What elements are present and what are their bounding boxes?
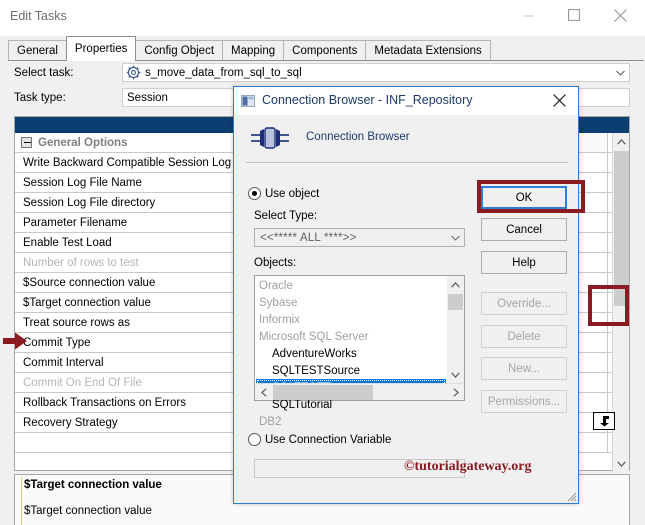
grid-header-value[interactable] — [574, 117, 629, 133]
dialog-delete-button: Delete — [481, 325, 567, 348]
select-task-value: s_move_data_from_sql_to_sql — [145, 66, 302, 79]
close-icon[interactable] — [540, 87, 578, 114]
screen: Edit Tasks General Properties Config Obj… — [0, 0, 645, 525]
select-task-label: Select task: — [14, 67, 74, 79]
list-item[interactable]: Informix — [256, 311, 446, 328]
watermark: ©tutorialgateway.org — [404, 459, 532, 474]
maximize-icon[interactable] — [551, 0, 597, 30]
connection-plug-icon — [251, 127, 289, 149]
dialog-ok-button[interactable]: OK — [481, 186, 567, 209]
row-label: Session Log File directory — [23, 196, 156, 209]
row-label: Commit Interval — [23, 356, 104, 369]
scroll-down-icon[interactable] — [613, 455, 630, 472]
scroll-thumb[interactable] — [273, 385, 373, 400]
divider — [246, 162, 568, 163]
row-label: General Options — [38, 136, 128, 149]
dropdown-arrow-icon — [599, 416, 609, 427]
select-type-combo[interactable]: <<***** ALL ****>> — [254, 228, 465, 247]
row-label: Rollback Transactions on Errors — [23, 396, 186, 409]
scroll-up-icon[interactable] — [613, 133, 630, 150]
row-label: Commit Type — [23, 336, 91, 349]
open-connection-browser-button[interactable] — [593, 412, 615, 430]
objects-listbox[interactable]: Oracle Sybase Informix Microsoft SQL Ser… — [254, 275, 465, 428]
description-accent-bar — [21, 477, 22, 525]
dialog-new-button: New... — [481, 357, 567, 380]
window-titlebar: Edit Tasks — [0, 0, 645, 36]
pointer-arrow-icon — [3, 332, 27, 350]
minimize-icon[interactable] — [505, 0, 551, 30]
scroll-thumb[interactable] — [614, 151, 629, 306]
scroll-left-icon[interactable] — [255, 384, 272, 400]
tab-config-object[interactable]: Config Object — [135, 40, 224, 61]
objects-label: Objects: — [254, 257, 297, 269]
list-item[interactable]: AdventureWorks — [256, 345, 446, 362]
row-label: Treat source rows as — [23, 316, 130, 329]
close-icon[interactable] — [597, 0, 643, 30]
tab-components[interactable]: Components — [283, 40, 367, 61]
chevron-down-icon[interactable] — [451, 235, 460, 241]
list-item[interactable]: DB2 — [256, 413, 446, 430]
list-item[interactable]: Microsoft SQL Server — [256, 328, 446, 345]
tab-properties[interactable]: Properties — [65, 36, 137, 61]
row-label: Recovery Strategy — [23, 416, 118, 429]
use-connection-variable-label: Use Connection Variable — [265, 434, 392, 446]
window-icon — [241, 95, 255, 107]
collapse-icon[interactable] — [21, 137, 32, 148]
task-type-label: Task type: — [14, 92, 66, 104]
row-label: $Target connection value — [23, 296, 151, 309]
dialog-titlebar: Connection Browser - INF_Repository — [234, 87, 578, 115]
dialog-permissions-button: Permissions... — [481, 390, 567, 413]
select-type-value: <<***** ALL ****>> — [260, 231, 357, 244]
dialog-heading: Connection Browser — [306, 131, 410, 143]
objects-horizontal-scrollbar[interactable] — [255, 383, 464, 400]
dialog-title: Connection Browser - INF_Repository — [262, 93, 473, 107]
scroll-up-icon[interactable] — [447, 276, 464, 293]
window-title: Edit Tasks — [10, 9, 67, 23]
task-type-value: Session — [127, 91, 168, 104]
row-label: Session Log File Name — [23, 176, 142, 189]
list-item[interactable]: Sybase — [256, 294, 446, 311]
select-type-label: Select Type: — [254, 210, 318, 222]
list-item[interactable]: Oracle — [256, 277, 446, 294]
row-label: Number of rows to test — [23, 256, 139, 269]
description-title: $Target connection value — [24, 479, 162, 491]
tabstrip: General Properties Config Object Mapping… — [8, 36, 491, 61]
scroll-right-icon[interactable] — [447, 384, 464, 400]
dialog-help-button[interactable]: Help — [481, 251, 567, 274]
resize-grip-icon[interactable] — [565, 490, 577, 502]
objects-list: Oracle Sybase Informix Microsoft SQL Ser… — [256, 277, 446, 430]
use-object-radio[interactable] — [248, 187, 261, 200]
connection-browser-dialog: Connection Browser - INF_Repository Conn… — [233, 86, 579, 504]
select-task-combo[interactable]: s_move_data_from_sql_to_sql — [122, 63, 630, 82]
row-label: $Source connection value — [23, 276, 156, 289]
list-item[interactable]: SQLTESTSource — [256, 362, 446, 379]
row-label: Write Backward Compatible Session Log — [23, 156, 232, 169]
tab-metadata-extensions[interactable]: Metadata Extensions — [365, 40, 491, 61]
scroll-thumb[interactable] — [448, 294, 463, 310]
gear-icon — [126, 65, 141, 80]
row-label: Enable Test Load — [23, 236, 112, 249]
use-object-label: Use object — [265, 188, 320, 200]
scroll-down-icon[interactable] — [447, 366, 464, 383]
objects-vertical-scrollbar[interactable] — [447, 276, 464, 383]
row-label: Parameter Filename — [23, 216, 128, 229]
chevron-down-icon[interactable] — [616, 70, 625, 76]
dialog-cancel-button[interactable]: Cancel — [481, 218, 567, 241]
description-body: $Target connection value — [24, 505, 152, 517]
tab-mapping[interactable]: Mapping — [222, 40, 285, 61]
use-connection-variable-radio[interactable] — [248, 433, 261, 446]
dialog-override-button: Override... — [481, 292, 567, 315]
row-label: Commit On End Of File — [23, 376, 142, 389]
tab-general[interactable]: General — [8, 40, 67, 61]
